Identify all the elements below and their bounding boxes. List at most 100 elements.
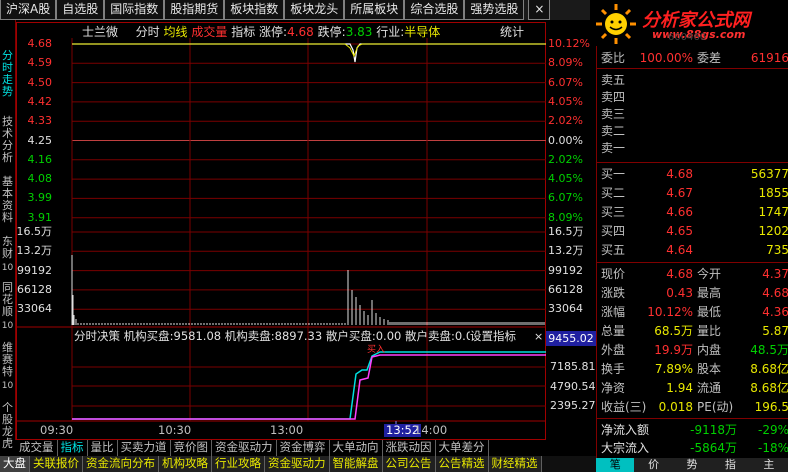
info-tab-9[interactable]: 财经精选 [488,456,542,472]
buy-volume: 1202 [758,224,788,238]
bottom-tab-7[interactable]: 大单动向 [330,440,383,456]
price-line [72,43,546,63]
sell-row-4[interactable]: 卖四 [597,89,788,106]
quote-value: 19.9万 [654,343,693,357]
buy-label: 买四 [601,224,626,238]
pct-tick-label: 8.09% [548,56,583,70]
sell-row-2[interactable]: 卖二 [597,123,788,140]
sell-label: 卖三 [601,107,626,121]
set-indicator-button[interactable]: 设置指标 [470,330,516,343]
indicator-axis-top-value: 9455.02 [546,331,596,346]
quote-label: 净资 [601,381,626,395]
weibi-label: 委比 [601,51,626,65]
quote-value: 0.018 [658,400,693,414]
buy-label: 买一 [601,167,626,181]
time-tick-label: 10:30 [158,423,192,437]
divider [597,68,788,69]
price-tick-label: 4.33 [27,114,53,128]
bottom-tab-4[interactable]: 竞价图 [171,440,212,456]
block-inflow-value: -5864万 [690,441,737,455]
quote-value: 0.43 [666,286,693,300]
block-inflow-row: 大宗流入 -5864万 -18% [597,440,788,457]
sell-row-5[interactable]: 卖五 [597,72,788,89]
indicator-value-retail-buy: 0.00 [375,329,402,343]
buy-row[interactable]: 买二 4.67 1855 [597,185,788,202]
sell-row-3[interactable]: 卖三 [597,106,788,123]
bottom-tab-2[interactable]: 量比 [88,440,118,456]
info-tab-0[interactable]: 大盘 [0,456,30,472]
indicator-close-icon[interactable]: × [534,330,543,343]
quote-label: 最高 [697,286,722,300]
quote-value: 1.94 [666,381,693,395]
quote-label: 涨跌 [601,286,626,300]
info-tab-3[interactable]: 机构攻略 [159,456,212,472]
quote-label: 现价 [601,267,626,281]
pct-tick-label: 8.09% [548,210,583,224]
volume-tick-label-right: 33064 [548,302,583,316]
buy-label: 买五 [601,243,626,257]
bottom-tab-6[interactable]: 资金博弈 [277,440,330,456]
indicator-label-retail-sell: 散户卖盘: [404,329,455,343]
time-tick-label: 14:00 [414,423,448,437]
quote-label: 总量 [601,324,626,338]
bottom-tab-0[interactable]: 成交量 [16,440,58,456]
bottom-tab-9[interactable]: 大单差分 [436,440,489,456]
volume-tick-label: 66128 [17,282,52,296]
info-tab-6[interactable]: 智能解盘 [329,456,383,472]
quote-value: 8.68亿 [750,362,788,376]
tab-index[interactable]: 指 [711,458,749,472]
indicator-value-inst-buy: 9581.08 [173,329,222,343]
quote-value: 8.68亿 [750,381,788,395]
quote-label: 最低 [697,305,722,319]
info-tab-5[interactable]: 资金驱动力 [265,456,330,472]
sell-label: 卖一 [601,141,626,155]
weibi-value: 100.00% [639,51,693,65]
pct-tick-label: 0.00% [548,133,583,147]
buy-row[interactable]: 买一 4.68 56377 [597,166,788,183]
quote-value: 4.68 [762,286,788,300]
price-tick-label: 4.68 [27,37,53,50]
info-tab-4[interactable]: 行业攻略 [212,456,265,472]
bottom-tab-1[interactable]: 指标 [58,440,88,456]
info-tabs: 大盘 关联报价 资金流向分布 机构攻略 行业攻略 资金驱动力 智能解盘 公司公告 公告精选 财经精… [0,456,596,472]
indicator-value-inst-sell: 8897.33 [274,329,323,343]
info-tab-1[interactable]: 关联报价 [30,456,83,472]
divider [597,418,788,419]
quote-label: PE(动) [697,400,734,414]
stock-terminal-window: 沪深A股 自选股 国际指数 股指期货 板块指数 板块龙头 所属板块 综合选股 强… [0,0,788,472]
buy-row[interactable]: 买四 4.65 1202 [597,223,788,240]
buy-row[interactable]: 买三 4.66 1747 [597,204,788,221]
buy-volume: 735 [766,243,788,257]
buy-price: 4.67 [666,186,693,200]
tab-price[interactable]: 价 [634,458,672,472]
indicator-header: 分时决策 机构买盘:9581.08 机构卖盘:8897.33 散户买盘:0.00… [74,330,480,343]
buy-row[interactable]: 买五 4.64 735 [597,242,788,259]
bottom-tab-5[interactable]: 资金驱动力 [212,440,277,456]
tab-trend[interactable]: 势 [673,458,711,472]
sell-label: 卖四 [601,90,626,104]
net-inflow-label: 净流入额 [601,423,650,437]
bottom-tab-3[interactable]: 买卖力道 [118,440,171,456]
tab-main[interactable]: 主 [750,458,788,472]
quote-row: 换手 7.89% 股本 8.68亿 [597,361,788,378]
price-tick-label: 3.99 [27,191,53,205]
bottom-tab-8[interactable]: 涨跌动因 [383,440,436,456]
tab-ticks[interactable]: 笔 [596,458,635,472]
info-tab-7[interactable]: 公司公告 [382,456,436,472]
quote-row: 现价 4.68 今开 4.37 [597,266,788,283]
sell-row-1[interactable]: 卖一 [597,140,788,157]
buy-volume: 56377 [750,167,788,181]
pct-tick-label: 4.05% [548,94,583,108]
quote-value: 48.5万 [750,343,788,357]
volume-tick-label: 99192 [17,263,52,277]
weicha-label: 委差 [697,51,722,65]
volume-tick-label: 33064 [17,302,52,316]
price-tick-label: 4.42 [27,94,53,108]
quote-panel: 委比 100.00% 委差 61916 卖五 卖四 卖三 卖二 卖一 净流入额 … [596,46,788,458]
info-tab-2[interactable]: 资金流向分布 [83,456,159,472]
quote-value: 68.5万 [654,324,693,338]
info-tab-8[interactable]: 公告精选 [435,456,489,472]
indicator-name[interactable]: 分时决策 [74,329,120,343]
indicator-tick-label: 7185.81 [550,360,596,373]
pct-tick-label: 2.02% [548,152,583,166]
